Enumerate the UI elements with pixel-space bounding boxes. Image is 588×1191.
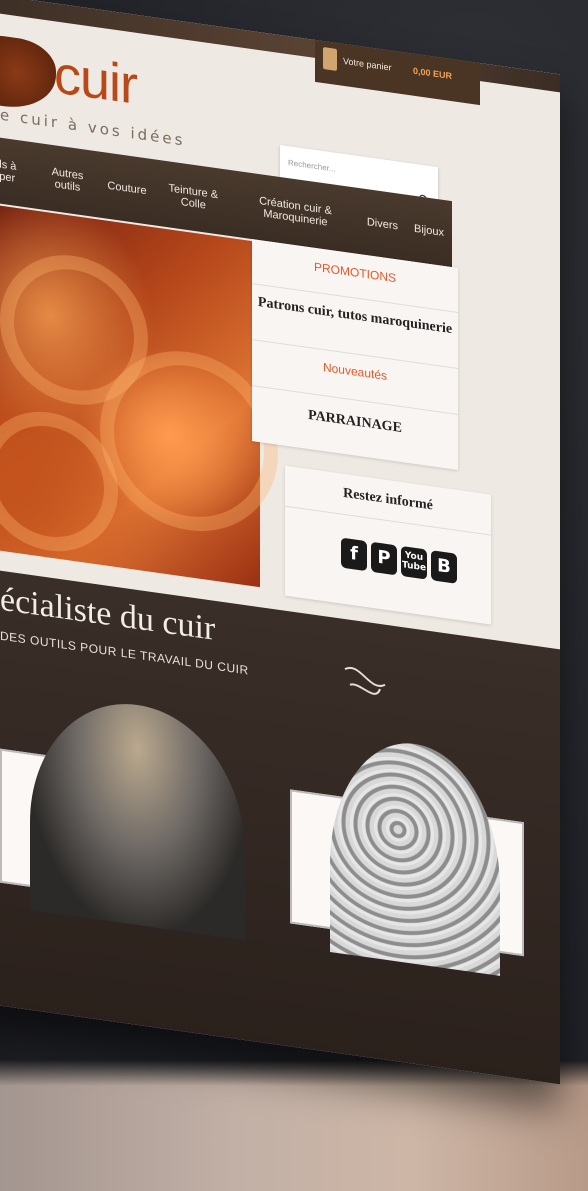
pinterest-icon[interactable]: P <box>371 541 397 576</box>
hero-image-leather-rolls[interactable] <box>0 200 278 588</box>
parrainage-link[interactable]: PARRAINAGE <box>252 385 458 445</box>
cart-amount: 0,00 EUR <box>413 65 453 82</box>
nav-item-bijoux[interactable]: Bijoux <box>414 223 444 239</box>
nav-item-divers[interactable]: Divers <box>367 216 398 232</box>
youtube-icon[interactable]: You Tube <box>401 545 427 580</box>
specialist-section: écialiste du cuir DES OUTILS POUR LE TRA… <box>0 565 560 1085</box>
search-input[interactable]: Rechercher... <box>288 158 336 174</box>
shopping-bag-icon <box>323 47 337 71</box>
website-screen: cuir e cuir à vos idées Votre panier 0,0… <box>0 0 560 1085</box>
logo-leather-icon <box>0 30 56 114</box>
nouveautes-link[interactable]: Nouveautés <box>252 339 458 393</box>
background-floor <box>0 1060 588 1191</box>
nav-item-outils-a-frapper[interactable]: Outils à frapper <box>0 154 28 186</box>
nav-item-teinture[interactable]: Teinture & Colle <box>163 181 224 214</box>
patrons-link[interactable]: Patrons cuir, tutos maroquinerie <box>252 283 458 339</box>
stay-informed-title: Restez informé <box>343 485 433 514</box>
promo-box: PROMOTIONS Patrons cuir, tutos maroquine… <box>252 239 458 470</box>
stay-informed-box: Restez informé f P You Tube B <box>285 465 491 625</box>
blogger-icon[interactable]: B <box>431 550 457 584</box>
cart-label: Votre panier <box>343 55 392 73</box>
nav-item-couture[interactable]: Couture <box>107 180 146 198</box>
nav-item-creation-cuir[interactable]: Création cuir & Maroquinerie <box>240 192 351 232</box>
swirl-ornament-icon <box>344 666 386 695</box>
social-links: f P You Tube B <box>341 537 457 584</box>
rings-category-image[interactable] <box>330 732 500 976</box>
nav-item-autres-outils[interactable]: Autres outils <box>44 165 92 196</box>
facebook-icon[interactable]: f <box>341 537 367 572</box>
tools-category-image[interactable] <box>30 689 245 941</box>
logo-text[interactable]: cuir <box>54 43 137 117</box>
